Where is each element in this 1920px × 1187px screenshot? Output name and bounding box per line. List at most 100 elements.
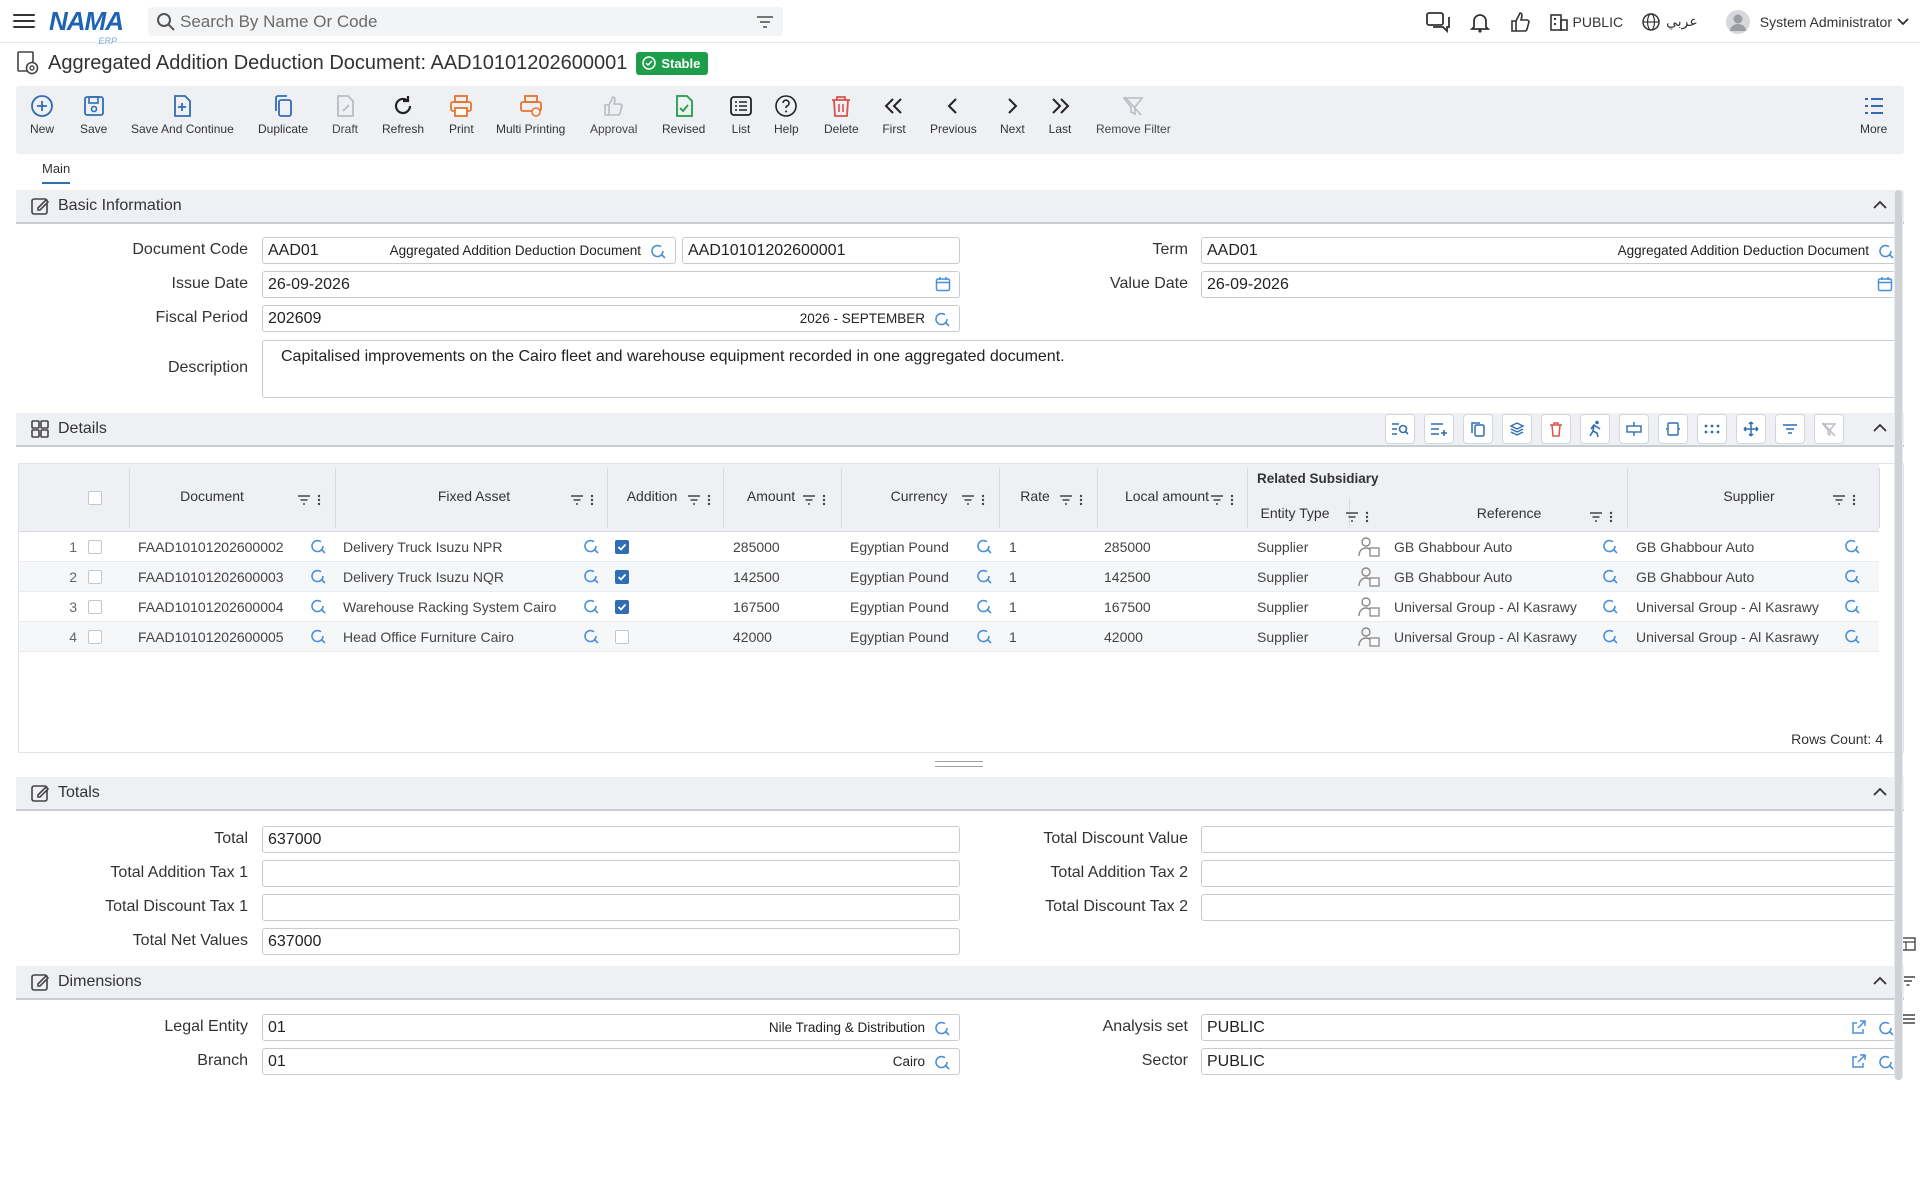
multi-printing-button[interactable]: Multi Printing [496,94,565,136]
lookup-icon[interactable] [582,537,600,558]
description-textarea[interactable]: Capitalised improvements on the Cairo fl… [262,340,1898,398]
building-icon[interactable]: PUBLIC [1549,12,1624,32]
save-continue-button[interactable]: Save And Continue [131,94,234,136]
lookup-icon[interactable] [933,1019,951,1037]
total-addition-tax2-field[interactable] [1201,860,1898,887]
column-filter-icon[interactable] [1059,494,1085,506]
column-filter-icon[interactable] [1210,494,1236,506]
lookup-icon[interactable] [309,597,327,618]
document-code-field[interactable]: AAD01Aggregated Addition Deduction Docum… [262,237,676,264]
clear-filter-icon[interactable] [1814,414,1844,444]
addition-checkbox[interactable] [615,540,629,554]
select-all-checkbox[interactable] [88,491,102,505]
lookup-icon[interactable] [1877,242,1895,260]
document-number-field[interactable]: AAD10101202600001 [682,237,960,264]
search-rows-icon[interactable] [1385,414,1415,444]
column-reference[interactable]: Reference [1419,505,1599,521]
lookup-icon[interactable] [1877,1019,1895,1037]
fit-columns-icon[interactable] [1658,414,1688,444]
column-fixed-asset[interactable]: Fixed Asset [339,488,609,504]
totals-header[interactable]: Totals [16,777,1904,811]
column-filter-icon[interactable] [297,494,323,506]
save-button[interactable]: Save [80,94,107,136]
lookup-icon[interactable] [582,627,600,648]
analysis-set-field[interactable]: PUBLIC [1201,1014,1898,1041]
dimensions-header[interactable]: Dimensions [16,966,1904,1000]
language-switch[interactable]: عربي [1641,12,1698,32]
row-height-icon[interactable] [1619,414,1649,444]
row-select-checkbox[interactable] [88,540,102,554]
previous-button[interactable]: Previous [930,94,977,136]
lookup-icon[interactable] [309,567,327,588]
bell-icon[interactable] [1469,11,1491,33]
menu-icon[interactable] [13,10,35,32]
lookup-icon[interactable] [933,1053,951,1071]
runner-icon[interactable] [1580,414,1610,444]
lookup-icon[interactable] [1601,537,1619,558]
basic-information-header[interactable]: Basic Information [16,190,1904,224]
search-input[interactable] [180,12,755,32]
last-button[interactable]: Last [1048,94,1072,136]
delete-rows-icon[interactable] [1541,414,1571,444]
calendar-icon[interactable] [1877,276,1893,292]
column-filter-icon[interactable] [570,494,596,506]
column-local-amount[interactable]: Local amount [1109,488,1225,504]
filter-icon[interactable] [755,14,775,30]
lookup-icon[interactable] [649,242,667,260]
calendar-icon[interactable] [935,276,951,292]
lookup-icon[interactable] [582,597,600,618]
next-button[interactable]: Next [1000,94,1025,136]
lookup-icon[interactable] [1601,597,1619,618]
addition-checkbox[interactable] [615,570,629,584]
addition-checkbox[interactable] [615,630,629,644]
lookup-icon[interactable] [975,597,993,618]
lookup-icon[interactable] [1601,567,1619,588]
column-filter-icon[interactable] [1345,511,1371,523]
column-supplier[interactable]: Supplier [1659,488,1839,504]
column-amount[interactable]: Amount [729,488,813,504]
chat-icon[interactable] [1425,11,1451,33]
column-rate[interactable]: Rate [1003,488,1067,504]
chevron-up-icon[interactable] [1872,786,1888,798]
draft-button[interactable]: Draft [332,94,358,136]
tab-main[interactable]: Main [42,161,70,184]
table-row[interactable]: 1FAAD10101202600002Delivery Truck Isuzu … [19,532,1879,562]
column-filter-icon[interactable] [687,494,713,506]
chevron-up-icon[interactable] [1872,199,1888,211]
total-field[interactable]: 637000 [262,826,960,853]
chevron-up-icon[interactable] [1872,422,1888,434]
filter-rows-icon[interactable] [1775,414,1805,444]
layers-icon[interactable] [1502,414,1532,444]
column-entity-type[interactable]: Entity Type [1255,505,1335,521]
issue-date-field[interactable]: 26-09-2026 [262,271,960,298]
delete-button[interactable]: Delete [824,94,859,136]
table-row[interactable]: 4FAAD10101202600005Head Office Furniture… [19,622,1879,652]
total-discount-tax2-field[interactable] [1201,894,1898,921]
external-link-icon[interactable] [1851,1053,1867,1069]
scrollbar-thumb[interactable] [1895,190,1902,1080]
row-select-checkbox[interactable] [88,600,102,614]
total-net-field[interactable]: 637000 [262,928,960,955]
table-row[interactable]: 2FAAD10101202600003Delivery Truck Isuzu … [19,562,1879,592]
column-filter-icon[interactable] [1832,494,1858,506]
move-icon[interactable] [1736,414,1766,444]
addition-checkbox[interactable] [615,600,629,614]
lookup-icon[interactable] [1877,1053,1895,1071]
lookup-icon[interactable] [309,627,327,648]
add-row-icon[interactable] [1424,414,1454,444]
new-button[interactable]: New [30,94,54,136]
user-menu[interactable]: System Administrator [1726,10,1910,34]
lookup-icon[interactable] [975,567,993,588]
lookup-icon[interactable] [1843,567,1861,588]
lookup-icon[interactable] [1843,597,1861,618]
lookup-icon[interactable] [582,567,600,588]
total-addition-tax1-field[interactable] [262,860,960,887]
fiscal-period-field[interactable]: 2026092026 - SEPTEMBER [262,305,960,332]
row-select-checkbox[interactable] [88,630,102,644]
list-button[interactable]: List [729,94,753,136]
chevron-up-icon[interactable] [1872,975,1888,987]
first-button[interactable]: First [882,94,906,136]
total-discount-tax1-field[interactable] [262,894,960,921]
revised-button[interactable]: Revised [662,94,705,136]
lookup-icon[interactable] [309,537,327,558]
